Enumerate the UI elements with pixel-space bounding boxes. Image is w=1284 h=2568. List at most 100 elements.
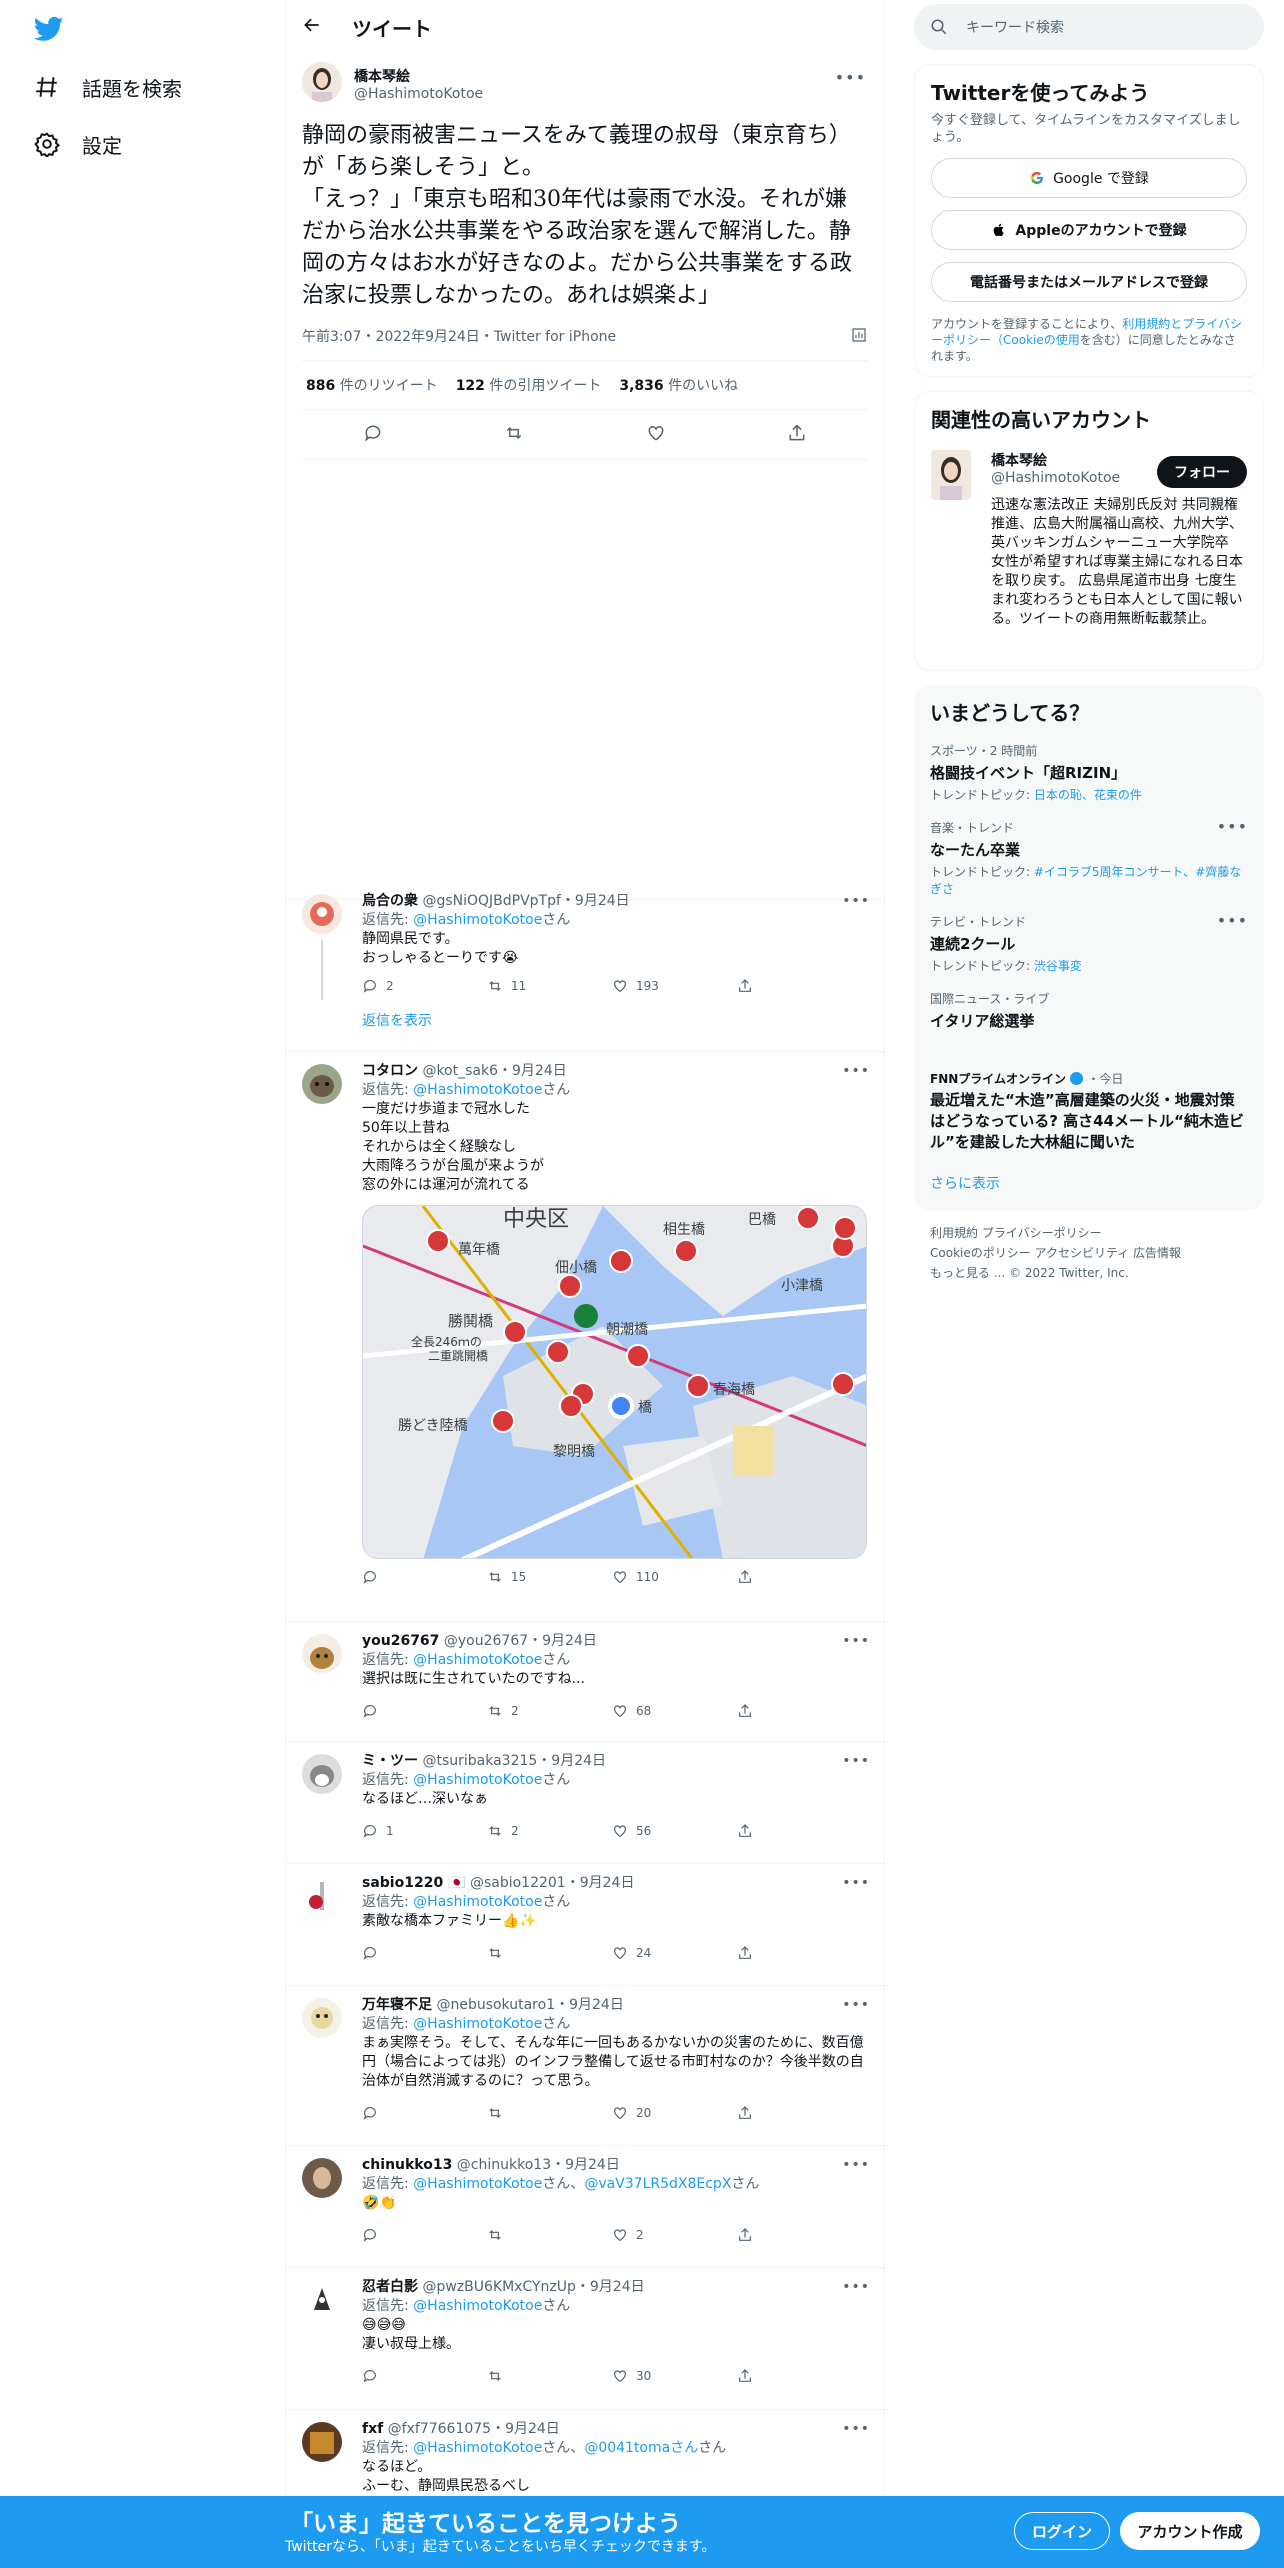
more-icon[interactable]: ••• [842,2420,870,2439]
reply-button[interactable] [362,2368,487,2384]
reply-avatar[interactable] [302,1998,342,2038]
reply-item[interactable]: 烏合の衆 @gsNiOQJBdPVpTpf・9月24日 ••• 返信先: @Ha… [286,882,886,1052]
more-icon[interactable]: ••• [842,1996,870,2015]
reply-button[interactable]: 1 [362,1822,487,1841]
retweet-button[interactable]: 11 [487,977,612,996]
more-icon[interactable]: ••• [842,2156,870,2175]
reply-to-link[interactable]: @HashimotoKotoe [413,2176,542,2192]
quote-count[interactable]: 122 件の引用ツイート [456,375,602,395]
reply-to-link[interactable]: @HashimotoKotoe [413,2440,542,2456]
more-icon[interactable]: ••• [835,68,866,87]
reply-avatar[interactable] [302,1754,342,1794]
reply-to-link[interactable]: @HashimotoKotoe [413,1894,542,1910]
reply-name[interactable]: 烏合の衆 [362,893,418,909]
trend-item[interactable]: ••• テレビ・トレンド 連続2クール トレンドトピック: 渋谷事変 [930,903,1248,980]
phone-email-signup-button[interactable]: 電話番号またはメールアドレスで登録 [931,262,1247,302]
reply-button[interactable] [362,2227,487,2243]
reply-name[interactable]: you26767 [362,1633,439,1649]
reply-date[interactable]: ・9月24日 [491,2421,560,2437]
retweet-button[interactable]: 2 [487,1822,612,1841]
trend-topic[interactable]: 日本の恥、花束の件 [1034,788,1142,802]
share-button[interactable] [737,1945,862,1961]
map-image[interactable]: 中央区 萬年橋 佃小橋 相生橋 巴橋 小津橋 勝鬨橋 全長246ｍの 二重跳開橋… [362,1205,867,1559]
related-avatar[interactable] [931,450,971,500]
like-button[interactable]: 68 [612,1702,737,1721]
retweet-button[interactable]: 2 [487,1702,612,1721]
reply-name[interactable]: chinukko13 [362,2157,452,2173]
reply-item[interactable]: コタロン @kot_sak6・9月24日 ••• 返信先: @Hashimoto… [286,1052,886,1622]
reply-date[interactable]: ・9月24日 [537,1753,606,1769]
more-icon[interactable]: ••• [842,1752,870,1771]
reply-button[interactable] [362,1945,487,1961]
like-button[interactable]: 30 [612,2367,737,2386]
retweet-icon[interactable] [504,423,524,447]
reply-to-link[interactable]: @HashimotoKotoe [413,912,542,928]
reply-item[interactable]: ミ・ツー @tsuribaka3215・9月24日 ••• 返信先: @Hash… [286,1742,886,1864]
reply-date[interactable]: ・9月24日 [561,893,630,909]
reply-to-link[interactable]: @HashimotoKotoe [413,1652,542,1668]
tweet-timestamp[interactable]: 午前3:07・2022年9月24日・Twitter for iPhone [302,329,616,345]
analytics-icon[interactable] [850,326,868,348]
like-count[interactable]: 3,836 件のいいね [619,375,738,395]
related-handle[interactable]: @HashimotoKotoe [991,470,1120,486]
back-arrow-icon[interactable] [302,15,322,40]
reply-name[interactable]: sabio1220 🇯🇵 [362,1875,466,1891]
like-button[interactable]: 2 [612,2226,737,2245]
login-button[interactable]: ログイン [1014,2512,1110,2550]
reply-to-link[interactable]: @HashimotoKotoe [413,1082,542,1098]
like-icon[interactable] [646,423,666,447]
trend-item[interactable]: 国際ニュース・ライブ イタリア総選挙 [930,980,1248,1060]
reply-name[interactable]: ミ・ツー [362,1753,418,1769]
reply-button[interactable]: 2 [362,977,487,996]
footer-links[interactable]: Cookieのポリシー アクセシビリティ 広告情報 [930,1243,1264,1263]
share-button[interactable] [737,1703,862,1719]
reply-date[interactable]: ・9月24日 [498,1063,567,1079]
reply-handle[interactable]: @chinukko13 [457,2157,551,2173]
author-avatar[interactable] [302,62,342,102]
reply-avatar[interactable] [302,894,342,934]
share-button[interactable] [737,978,862,994]
more-icon[interactable]: ••• [842,1632,870,1651]
share-button[interactable] [737,2368,862,2384]
like-button[interactable]: 24 [612,1944,737,1963]
search-box[interactable]: キーワード検索 [914,4,1264,50]
share-button[interactable] [737,2227,862,2243]
reply-to-link[interactable]: @vaV37LR5dX8EcpX [584,2176,731,2192]
reply-icon[interactable] [363,423,383,447]
reply-avatar[interactable] [302,2280,342,2320]
footer-links[interactable]: もっと見る ... © 2022 Twitter, Inc. [930,1263,1264,1283]
reply-handle[interactable]: @sabio12201 [470,1875,566,1891]
more-icon[interactable]: ••• [1217,911,1248,930]
more-icon[interactable]: ••• [842,1874,870,1893]
share-icon[interactable] [787,423,807,447]
reply-avatar[interactable] [302,1634,342,1674]
signup-button[interactable]: アカウント作成 [1120,2512,1260,2550]
reply-button[interactable] [362,1569,487,1585]
reply-name[interactable]: 万年寝不足 [362,1997,432,2013]
reply-item[interactable]: chinukko13 @chinukko13・9月24日 ••• 返信先: @H… [286,2146,886,2268]
share-button[interactable] [737,1569,862,1585]
more-icon[interactable]: ••• [842,2278,870,2297]
footer-links[interactable]: 利用規約 プライバシーポリシー [930,1223,1264,1243]
reply-handle[interactable]: @fxf77661075 [388,2421,491,2437]
show-more-link[interactable]: さらに表示 [930,1159,1248,1199]
reply-item[interactable]: 忍者白影 @pwzBU6KMxCYnzUp・9月24日 ••• 返信先: @Ha… [286,2268,886,2410]
like-button[interactable]: 20 [612,2104,737,2123]
like-button[interactable]: 193 [612,977,737,996]
author-name[interactable]: 橋本琴絵 [354,66,483,86]
retweet-button[interactable]: 15 [487,1568,612,1587]
reply-date[interactable]: ・9月24日 [555,1997,624,2013]
reply-item[interactable]: sabio1220 🇯🇵 @sabio12201・9月24日 ••• 返信先: … [286,1864,886,1986]
more-icon[interactable]: ••• [842,892,870,911]
reply-button[interactable] [362,1703,487,1719]
share-button[interactable] [737,2105,862,2121]
more-icon[interactable]: ••• [1217,817,1248,836]
share-button[interactable] [737,1823,862,1839]
reply-avatar[interactable] [302,2158,342,2198]
retweet-button[interactable] [487,2105,612,2121]
author-handle[interactable]: @HashimotoKotoe [354,86,483,102]
reply-handle[interactable]: @nebusokutaro1 [436,1997,555,2013]
more-icon[interactable]: ••• [842,1062,870,1081]
show-replies-link[interactable]: 返信を表示 [362,1012,870,1031]
retweet-count[interactable]: 886 件のリツイート [306,375,438,395]
